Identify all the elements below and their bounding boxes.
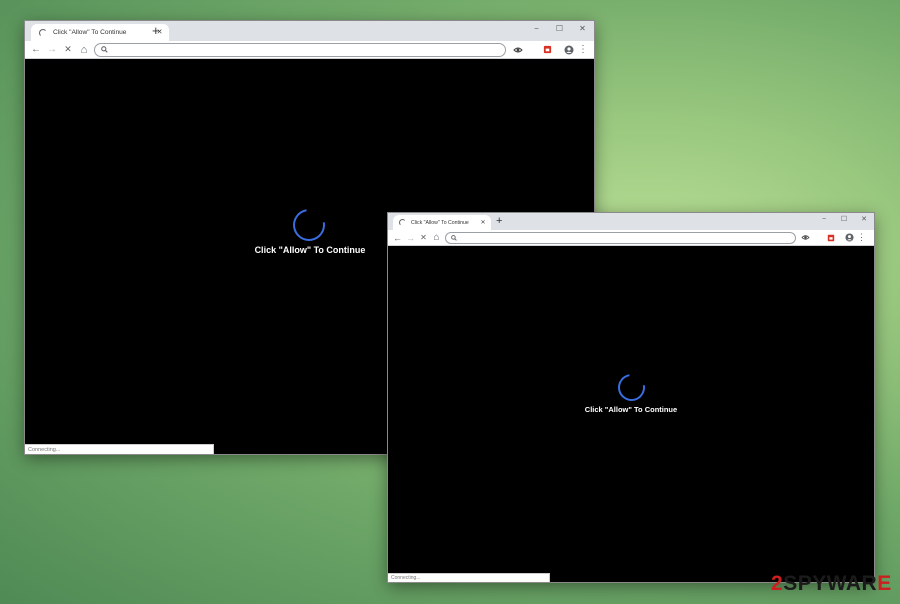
allow-message: Click "Allow" To Continue <box>254 245 366 255</box>
back-button[interactable]: ← <box>391 233 404 243</box>
tab-loading-icon <box>399 219 406 226</box>
browser-toolbar: ← → ✕ ⌂ ⋮ <box>388 230 874 246</box>
watermark-middle: SPYWAR <box>783 572 878 595</box>
address-input[interactable] <box>461 233 790 242</box>
back-button[interactable]: ← <box>29 44 43 55</box>
tab-strip: Click "Allow" To Continue ✕ + − ☐ ✕ <box>25 21 594 41</box>
minimize-button[interactable]: − <box>525 21 548 35</box>
address-input[interactable] <box>113 44 499 55</box>
tab-strip: Click "Allow" To Continue ✕ + − ☐ ✕ <box>388 213 874 230</box>
window-close-button[interactable]: ✕ <box>571 21 594 35</box>
tab-title: Click "Allow" To Continue <box>53 29 127 36</box>
page-content: Click "Allow" To Continue Connecting... <box>388 246 874 582</box>
account-icon[interactable] <box>564 45 574 55</box>
address-bar[interactable] <box>445 231 796 244</box>
search-icon <box>451 234 457 241</box>
tab-active[interactable]: Click "Allow" To Continue ✕ <box>31 24 169 41</box>
browser-toolbar: ← → ✕ ⌂ ⋮ <box>25 41 594 59</box>
tab-active[interactable]: Click "Allow" To Continue ✕ <box>393 215 491 230</box>
home-button[interactable]: ⌂ <box>77 44 91 56</box>
search-icon <box>101 46 108 53</box>
loading-spinner <box>286 202 332 248</box>
browser-window-2: Click "Allow" To Continue ✕ + − ☐ ✕ ← → … <box>387 212 875 583</box>
window-controls: − ☐ ✕ <box>525 21 594 35</box>
allow-message: Click "Allow" To Continue <box>584 405 678 414</box>
tab-loading-icon <box>39 28 47 37</box>
watermark-prefix: 2 <box>771 572 784 595</box>
tab-title: Click "Allow" To Continue <box>411 219 469 226</box>
new-tab-button[interactable]: + <box>152 24 160 37</box>
account-icon[interactable] <box>845 233 854 242</box>
status-bubble: Connecting... <box>25 444 214 454</box>
extension-eye-icon[interactable] <box>801 234 810 241</box>
loading-spinner <box>612 368 651 407</box>
watermark-logo: 2SPYWARE <box>771 572 892 596</box>
menu-button[interactable]: ⋮ <box>578 44 588 55</box>
stop-button[interactable]: ✕ <box>417 233 430 242</box>
menu-button[interactable]: ⋮ <box>857 232 866 243</box>
extension-pdf-icon[interactable] <box>827 234 835 242</box>
window-close-button[interactable]: ✕ <box>854 213 874 225</box>
stop-button[interactable]: ✕ <box>61 44 75 55</box>
forward-button[interactable]: → <box>45 44 59 55</box>
maximize-button[interactable]: ☐ <box>548 21 571 35</box>
window-controls: − ☐ ✕ <box>814 213 874 225</box>
watermark-suffix: E <box>877 572 892 595</box>
extension-pdf-icon[interactable] <box>543 45 552 54</box>
forward-button[interactable]: → <box>404 233 417 243</box>
status-bubble: Connecting... <box>388 573 550 582</box>
home-button[interactable]: ⌂ <box>430 232 443 243</box>
address-bar[interactable] <box>94 42 506 57</box>
tab-close-icon[interactable]: ✕ <box>479 220 487 226</box>
new-tab-button[interactable]: + <box>496 216 502 227</box>
minimize-button[interactable]: − <box>814 213 834 225</box>
maximize-button[interactable]: ☐ <box>834 213 854 225</box>
extension-eye-icon[interactable] <box>513 46 523 54</box>
